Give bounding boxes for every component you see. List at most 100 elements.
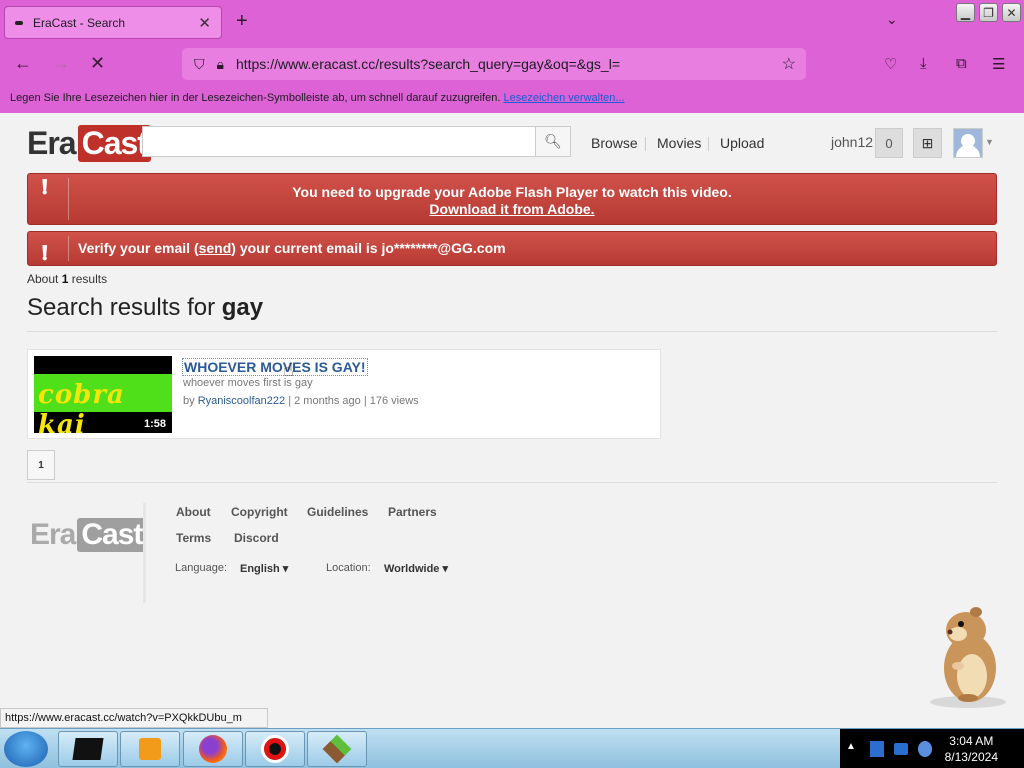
download-flash-link[interactable]: Download it from Adobe. xyxy=(429,201,594,217)
system-tray: ▲ 3:04 AM 8/13/2024 xyxy=(840,729,1024,768)
location-value: Worldwide xyxy=(384,563,440,575)
nav-divider xyxy=(708,137,709,151)
tray-network-icon[interactable] xyxy=(894,743,908,755)
video-meta: by Ryaniscoolfan222 | 2 months ago | 176… xyxy=(183,395,419,407)
menu-icon[interactable]: ☰ xyxy=(992,55,1005,73)
grass-block-icon xyxy=(322,734,352,764)
pocket-icon[interactable]: ♡ xyxy=(884,55,897,73)
taskbar-clock[interactable]: 3:04 AM 8/13/2024 xyxy=(945,733,998,765)
hand-cursor-icon: ☝︎ xyxy=(283,360,294,380)
list-item: cobra kai 1:58 WHOEVER MOVES IS GAY! who… xyxy=(27,349,661,439)
extensions-icon[interactable]: ⧉ xyxy=(956,55,967,72)
shield-icon[interactable]: ⛉ xyxy=(194,56,205,73)
tray-volume-icon[interactable] xyxy=(918,741,932,757)
divider xyxy=(27,331,997,332)
notification-count[interactable]: 0 xyxy=(875,128,903,158)
search-button[interactable]: 🔍︎ xyxy=(535,126,571,157)
footer-about-link[interactable]: About xyxy=(176,505,211,519)
stop-icon[interactable]: ✕ xyxy=(90,53,105,74)
taskbar-media-player-button[interactable] xyxy=(120,731,180,767)
footer-logo-era: Era xyxy=(30,518,76,551)
tab-favicon-icon xyxy=(15,20,23,25)
logo-cast: Cast xyxy=(77,124,151,162)
divider xyxy=(27,482,997,483)
logo-era: Era xyxy=(27,124,77,161)
browser-chrome: EraCast - Search ✕ + ⌄ ▁ ❐ ✕ ← → ✕ ⛉ 🔒︎ … xyxy=(0,0,1024,113)
bookmarks-text: Legen Sie Ihre Lesezeichen hier in der L… xyxy=(10,92,501,104)
media-player-icon xyxy=(139,738,161,760)
about-suffix: results xyxy=(71,272,108,286)
heading-query: gay xyxy=(221,294,264,321)
url-text[interactable]: https://www.eracast.cc/results?search_qu… xyxy=(236,56,782,72)
alert-divider xyxy=(68,178,69,220)
taskbar-recorder-button[interactable] xyxy=(245,731,305,767)
send-verification-link[interactable]: send xyxy=(199,240,232,256)
author-link[interactable]: Ryaniscoolfan222 xyxy=(198,395,285,407)
by-label: by xyxy=(183,395,195,407)
new-tab-icon[interactable]: + xyxy=(236,10,248,33)
minimize-icon[interactable]: ▁ xyxy=(956,3,975,22)
taskbar-terminal-button[interactable] xyxy=(58,731,118,767)
footer-terms-link[interactable]: Terms xyxy=(176,531,211,545)
url-bar[interactable]: ⛉ 🔒︎ https://www.eracast.cc/results?sear… xyxy=(182,48,806,80)
alert-icon: ❗︎ xyxy=(42,177,48,199)
lock-icon[interactable]: 🔒︎ xyxy=(217,56,224,73)
taskbar: ▲ 3:04 AM 8/13/2024 xyxy=(0,728,1024,768)
hamster-mascot-icon xyxy=(930,607,1006,708)
chevron-down-icon[interactable]: ⌄ xyxy=(886,11,898,28)
footer-divider xyxy=(143,503,146,603)
browser-tab[interactable]: EraCast - Search ✕ xyxy=(4,6,222,39)
footer-discord-link[interactable]: Discord xyxy=(234,531,279,545)
location-select[interactable]: Worldwide ▾ xyxy=(384,562,448,575)
footer-guidelines-link[interactable]: Guidelines xyxy=(307,505,368,519)
tray-app-icon[interactable] xyxy=(870,741,884,757)
avatar[interactable] xyxy=(953,128,983,158)
footer-copyright-link[interactable]: Copyright xyxy=(231,505,288,519)
star-icon[interactable]: ☆ xyxy=(782,54,796,74)
footer-logo[interactable]: Era Cast xyxy=(30,518,147,552)
back-icon[interactable]: ← xyxy=(14,53,32,74)
video-thumbnail[interactable]: cobra kai 1:58 xyxy=(34,356,172,433)
video-stats: | 2 months ago | 176 views xyxy=(288,395,419,407)
chevron-down-icon: ▾ xyxy=(282,563,289,575)
close-tab-icon[interactable]: ✕ xyxy=(198,14,211,32)
video-title-link[interactable]: WHOEVER MOVES IS GAY! xyxy=(182,358,368,376)
clock-time: 3:04 AM xyxy=(949,734,994,748)
record-icon xyxy=(261,735,289,763)
video-duration: 1:58 xyxy=(143,418,166,430)
language-select[interactable]: English ▾ xyxy=(240,562,288,575)
download-icon[interactable]: ⤓ xyxy=(920,55,927,72)
start-button[interactable] xyxy=(4,731,48,767)
eracast-logo[interactable]: Era Cast xyxy=(27,123,151,163)
tray-expand-icon[interactable]: ▲ xyxy=(846,741,856,752)
footer-partners-link[interactable]: Partners xyxy=(388,505,437,519)
page-title: Search results for gay xyxy=(27,294,263,322)
nav-upload[interactable]: Upload xyxy=(720,135,764,151)
results-count: About 1 results xyxy=(27,272,107,286)
taskbar-firefox-button[interactable] xyxy=(183,731,243,767)
terminal-icon xyxy=(72,738,104,760)
verify-email-alert: ❗︎ Verify your email (send) your current… xyxy=(27,231,997,266)
chevron-down-icon: ▾ xyxy=(442,563,449,575)
avatar-head xyxy=(961,134,975,148)
forward-icon[interactable]: → xyxy=(52,53,70,74)
status-url: https://www.eracast.cc/watch?v=PXQkkDUbu… xyxy=(0,708,268,728)
verify-prefix: Verify your email ( xyxy=(78,240,199,256)
username[interactable]: john12 xyxy=(831,134,873,150)
search-input[interactable] xyxy=(142,126,536,157)
tab-title: EraCast - Search xyxy=(33,15,126,30)
nav-movies[interactable]: Movies xyxy=(657,135,701,151)
window-close-icon[interactable]: ✕ xyxy=(1002,3,1021,22)
pagination-page[interactable]: 1 xyxy=(27,450,55,480)
about-prefix: About xyxy=(27,272,59,286)
restore-icon[interactable]: ❐ xyxy=(979,3,998,22)
heading-prefix: Search results for xyxy=(27,294,216,321)
grid-menu-icon[interactable]: ⊞ xyxy=(913,128,942,158)
avatar-dropdown-icon[interactable]: ▼ xyxy=(985,137,994,147)
manage-bookmarks-link[interactable]: Lesezeichen verwalten... xyxy=(503,92,624,104)
nav-browse[interactable]: Browse xyxy=(591,135,638,151)
alert-divider xyxy=(68,236,69,261)
location-label: Location: xyxy=(326,562,371,574)
clock-date: 8/13/2024 xyxy=(944,750,998,764)
taskbar-minecraft-button[interactable] xyxy=(307,731,367,767)
